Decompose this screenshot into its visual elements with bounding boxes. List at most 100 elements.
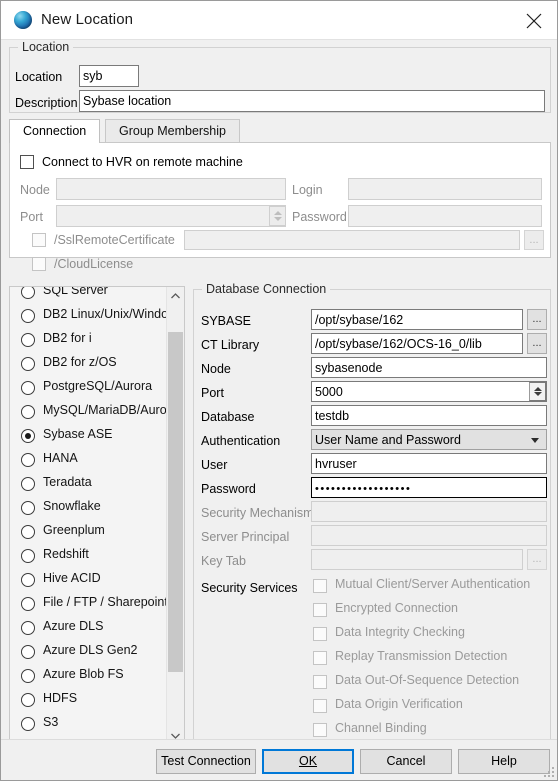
- cloud-license-label: /CloudLicense: [54, 257, 134, 271]
- authentication-label: Authentication: [201, 434, 281, 448]
- data-integrity-checking-checkbox: [313, 627, 327, 641]
- password-input[interactable]: ••••••••••••••••••: [311, 477, 547, 498]
- location-input[interactable]: syb: [79, 65, 139, 87]
- list-item[interactable]: Greenplum: [10, 520, 168, 544]
- login-input[interactable]: [348, 178, 542, 200]
- sybase-browse-button[interactable]: ...: [527, 309, 547, 330]
- radio-db2-for-z-os[interactable]: [21, 357, 35, 371]
- port-input[interactable]: [56, 205, 286, 227]
- radio-snowflake[interactable]: [21, 501, 35, 515]
- list-item-label: Sybase ASE: [43, 427, 113, 441]
- chevron-up-icon[interactable]: [167, 287, 184, 304]
- cloud-license-checkbox[interactable]: [32, 257, 46, 271]
- list-item[interactable]: Azure DLS: [10, 616, 168, 640]
- port-spinner[interactable]: [529, 382, 546, 401]
- mutual-client-server-authentication-label: Mutual Client/Server Authentication: [335, 577, 531, 591]
- location-class-list[interactable]: SQL Server DB2 Linux/Unix/Windows DB2 for …: [9, 286, 185, 745]
- list-item[interactable]: SQL Server: [10, 287, 168, 304]
- ssl-remote-certificate-checkbox[interactable]: [32, 233, 46, 247]
- radio-azure-dls[interactable]: [21, 621, 35, 635]
- tab-connection[interactable]: Connection: [9, 119, 101, 143]
- node-label: Node: [201, 362, 231, 376]
- connect-remote-checkbox[interactable]: [20, 155, 34, 169]
- resize-grip-icon[interactable]: [542, 765, 554, 777]
- port-label: Port: [201, 386, 224, 400]
- port-spinner[interactable]: [269, 206, 286, 226]
- list-item[interactable]: Redshift: [10, 544, 168, 568]
- test-connection-button[interactable]: Test Connection: [156, 749, 256, 774]
- location-class-list-scrollbar[interactable]: [166, 287, 184, 744]
- list-item[interactable]: HDFS: [10, 688, 168, 712]
- password-label: Password: [201, 482, 256, 496]
- database-input[interactable]: testdb: [311, 405, 547, 426]
- scrollbar-thumb[interactable]: [168, 332, 183, 672]
- user-input[interactable]: hvruser: [311, 453, 547, 474]
- list-item-label: HANA: [43, 451, 78, 465]
- list-item[interactable]: Sybase ASE: [10, 424, 168, 448]
- ct-library-input[interactable]: /opt/sybase/162/OCS-16_0/lib: [311, 333, 523, 354]
- list-item[interactable]: S3: [10, 712, 168, 736]
- help-button[interactable]: Help: [458, 749, 550, 774]
- security-mechanism-label: Security Mechanism: [201, 506, 314, 520]
- radio-greenplum[interactable]: [21, 525, 35, 539]
- radio-redshift[interactable]: [21, 549, 35, 563]
- list-item[interactable]: Teradata: [10, 472, 168, 496]
- list-item[interactable]: PostgreSQL/Aurora: [10, 376, 168, 400]
- radio-db2-linux-unix-windows[interactable]: [21, 309, 35, 323]
- list-item[interactable]: Azure DLS Gen2: [10, 640, 168, 664]
- list-item[interactable]: Hive ACID: [10, 568, 168, 592]
- radio-hive-acid[interactable]: [21, 573, 35, 587]
- list-item[interactable]: DB2 Linux/Unix/Windows: [10, 304, 183, 328]
- list-item[interactable]: HANA: [10, 448, 168, 472]
- close-icon[interactable]: [517, 5, 551, 35]
- server-principal-input: [311, 525, 547, 546]
- node-input[interactable]: [56, 178, 286, 200]
- replay-transmission-detection-checkbox: [313, 651, 327, 665]
- radio-azure-dls-gen2[interactable]: [21, 645, 35, 659]
- radio-hana[interactable]: [21, 453, 35, 467]
- list-item-label: DB2 for z/OS: [43, 355, 117, 369]
- authentication-select[interactable]: User Name and Password: [311, 429, 547, 450]
- list-item[interactable]: MySQL/MariaDB/Aurora: [10, 400, 178, 424]
- password-input[interactable]: [348, 205, 542, 227]
- ct-library-label: CT Library: [201, 338, 260, 352]
- ok-button-label: OK: [298, 754, 318, 768]
- ct-library-browse-button[interactable]: ...: [527, 333, 547, 354]
- node-input[interactable]: sybasenode: [311, 357, 547, 378]
- list-item-label: Hive ACID: [43, 571, 101, 585]
- dialog-footer: Test Connection OK Cancel Help: [1, 739, 557, 780]
- radio-sql-server[interactable]: [21, 287, 35, 299]
- list-item-label: S3: [43, 715, 59, 729]
- radio-hdfs[interactable]: [21, 693, 35, 707]
- sybase-input[interactable]: /opt/sybase/162: [311, 309, 523, 330]
- list-item[interactable]: File / FTP / Sharepoint: [10, 592, 168, 616]
- list-item[interactable]: Snowflake: [10, 496, 168, 520]
- list-item-label: DB2 Linux/Unix/Windows: [43, 307, 184, 321]
- list-item-label: Teradata: [43, 475, 92, 489]
- radio-db2-for-i[interactable]: [21, 333, 35, 347]
- server-principal-label: Server Principal: [201, 530, 290, 544]
- ssl-remote-certificate-input[interactable]: [184, 230, 520, 250]
- ok-button[interactable]: OK: [262, 749, 354, 774]
- radio-azure-blob-fs[interactable]: [21, 669, 35, 683]
- radio-file-ftp-sharepoint[interactable]: [21, 597, 35, 611]
- port-input[interactable]: 5000: [311, 381, 547, 402]
- list-item[interactable]: DB2 for i: [10, 328, 168, 352]
- radio-sybase-ase[interactable]: [21, 429, 35, 443]
- data-out-of-sequence-detection-label: Data Out-Of-Sequence Detection: [335, 673, 520, 687]
- list-item[interactable]: Azure Blob FS: [10, 664, 168, 688]
- list-item-label: MySQL/MariaDB/Aurora: [43, 403, 178, 417]
- radio-s3[interactable]: [21, 717, 35, 731]
- tab-group-membership[interactable]: Group Membership: [105, 119, 240, 143]
- radio-postgresql-aurora[interactable]: [21, 381, 35, 395]
- ssl-remote-certificate-browse-button[interactable]: ...: [524, 230, 544, 250]
- cancel-button[interactable]: Cancel: [360, 749, 452, 774]
- globe-sphere-icon: [14, 11, 32, 29]
- radio-teradata[interactable]: [21, 477, 35, 491]
- password-label: Password: [292, 210, 347, 224]
- list-item[interactable]: DB2 for z/OS: [10, 352, 168, 376]
- description-input[interactable]: Sybase location: [79, 90, 545, 112]
- location-group-title: Location: [18, 40, 74, 54]
- radio-mysql-mariadb-aurora[interactable]: [21, 405, 35, 419]
- security-services-label: Security Services: [201, 581, 298, 595]
